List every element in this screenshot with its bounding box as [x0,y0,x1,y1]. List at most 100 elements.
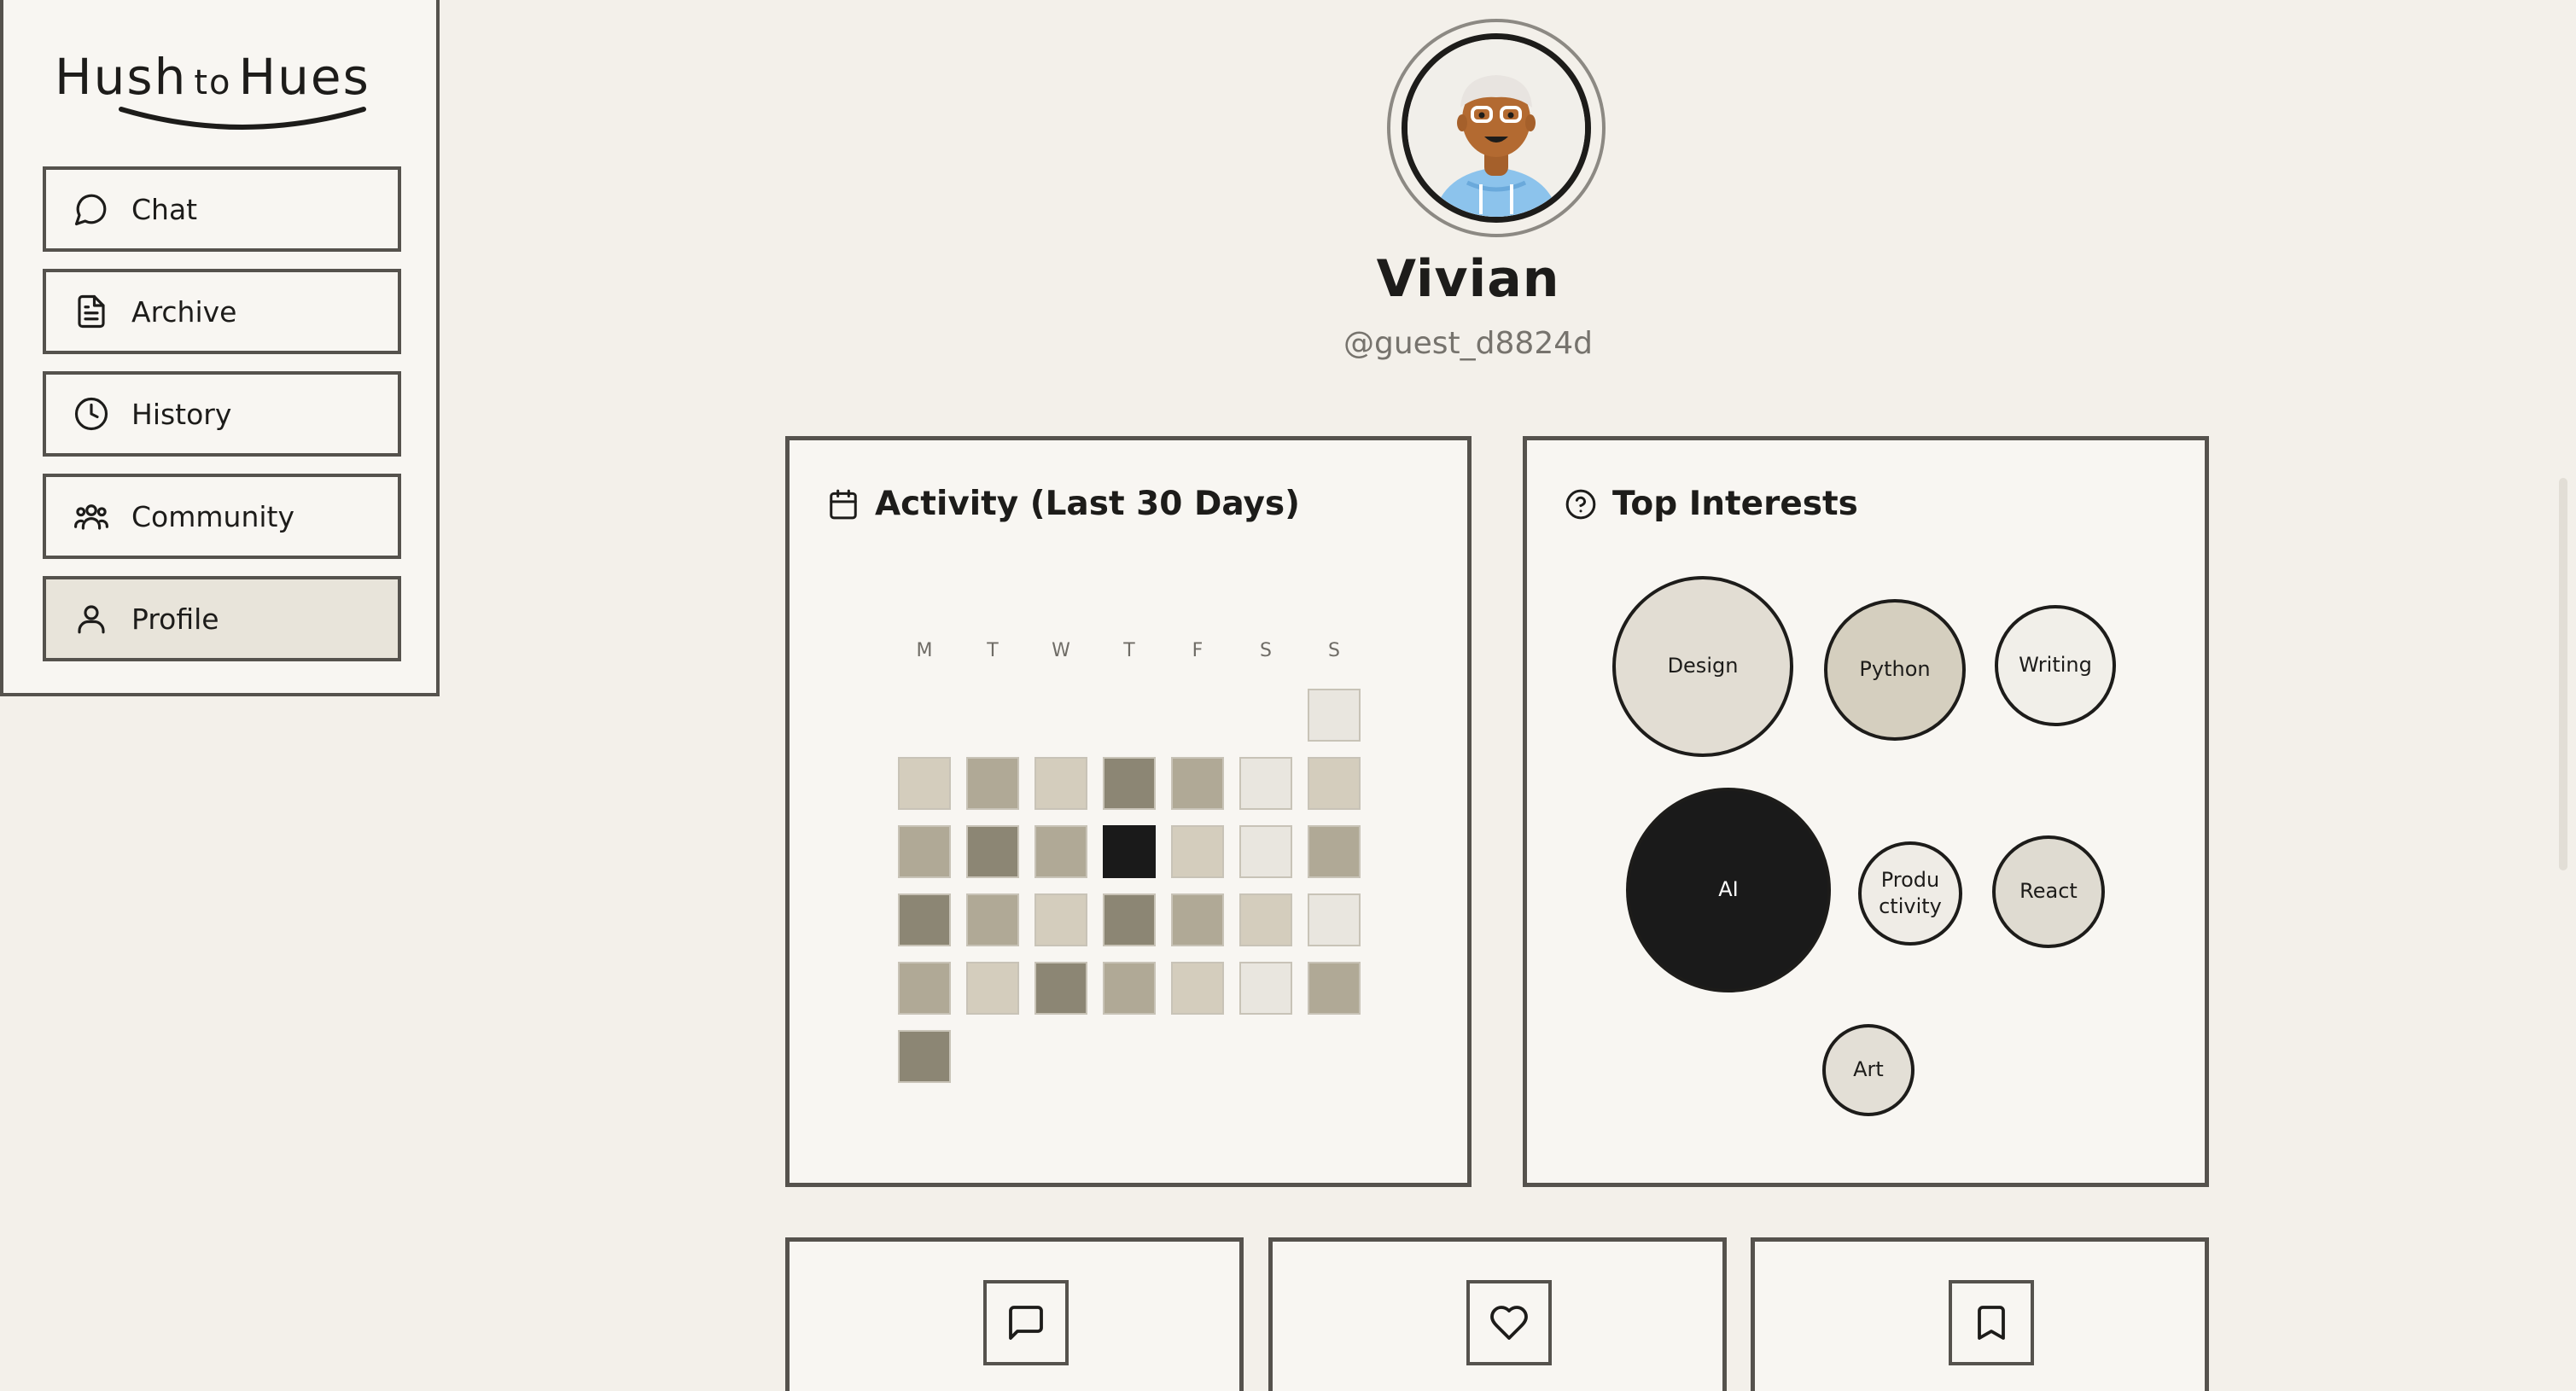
activity-day-cell[interactable] [1308,825,1361,878]
nav-item-archive[interactable]: Archive [43,269,401,354]
nav-label-chat: Chat [131,192,198,226]
activity-day-cell[interactable] [1308,757,1361,810]
brand-word-hues: Hues [238,48,370,106]
activity-day-cell[interactable] [1103,757,1156,810]
profile-page: Hush to Hues Chat Archive History Commun… [0,0,2576,1391]
interest-label-ai-l1: AI [1718,877,1739,902]
nav-label-archive: Archive [131,294,237,329]
heart-icon [1489,1302,1530,1343]
activity-day-cell[interactable] [1171,962,1224,1015]
weekday-label: T [987,640,999,661]
interest-label-writing-l1: Writing [2019,653,2092,678]
activity-day-cell[interactable] [1103,825,1156,878]
nav-item-community[interactable]: Community [43,474,401,559]
activity-day-cell[interactable] [1239,757,1292,810]
interest-label-ai: AI [1718,876,1739,903]
activity-day-cell[interactable] [898,825,951,878]
nav-label-community: Community [131,499,294,533]
activity-day-cell[interactable] [1308,893,1361,946]
interest-bubble-art[interactable]: Art [1822,1024,1915,1116]
interest-label-art: Art [1853,1056,1884,1083]
interest-bubble-python[interactable]: Python [1824,599,1966,741]
activity-day-cell[interactable] [1239,962,1292,1015]
interest-bubble-design[interactable]: Design [1612,576,1793,757]
activity-day-cell[interactable] [1103,962,1156,1015]
brand-word-to: to [194,63,232,102]
profile-handle: @guest_d8824d [1343,326,1593,361]
activity-title-text: Activity (Last 30 Days) [875,485,1300,523]
interest-bubble-react[interactable]: React [1992,835,2105,948]
activity-day-cell[interactable] [1103,893,1156,946]
activity-day-cell[interactable] [1308,962,1361,1015]
interest-label-writing: Writing [2019,652,2092,678]
activity-day-cell[interactable] [966,893,1019,946]
activity-day-cell[interactable] [1034,757,1087,810]
document-icon [73,294,109,329]
activity-day-cell[interactable] [1308,689,1361,742]
activity-card: Activity (Last 30 Days) M T W T F S S [785,436,1472,1187]
likes-button[interactable] [1466,1280,1552,1365]
activity-day-cell[interactable] [1239,893,1292,946]
calendar-icon [827,488,860,521]
interests-card-title: Top Interests [1565,485,1858,523]
brand-logo[interactable]: Hush to Hues [55,48,396,142]
nav-item-profile[interactable]: Profile [43,576,401,661]
smile-underline-icon [119,107,366,130]
activity-day-cell[interactable] [898,893,951,946]
interests-card: Top Interests Design Python Writing AI P… [1523,436,2209,1187]
activity-day-cell[interactable] [1034,825,1087,878]
activity-day-cell[interactable] [1239,825,1292,878]
question-circle-icon [1565,488,1597,521]
message-square-icon [1005,1302,1046,1343]
nav-label-history: History [131,397,232,431]
profile-name: Vivian [1376,249,1560,309]
activity-day-cell[interactable] [966,962,1019,1015]
activity-day-cell[interactable] [1171,757,1224,810]
interest-label-react-l1: React [2019,879,2078,904]
interest-label-productivity-l2: ctivity [1879,894,1942,918]
interest-label-python-l1: Python [1859,657,1931,682]
weekday-label: S [1260,640,1272,661]
page-scrollbar[interactable] [2559,478,2567,870]
interest-label-design: Design [1668,653,1739,679]
interest-label-productivity: Produ ctivity [1879,867,1942,920]
user-icon [73,601,109,637]
activity-day-cell[interactable] [1171,893,1224,946]
activity-day-cell[interactable] [966,825,1019,878]
stat-card-comments [785,1237,1244,1391]
weekday-label: T [1123,640,1135,661]
interests-title-text: Top Interests [1612,485,1858,523]
weekday-label: M [916,640,933,661]
sidebar: Hush to Hues Chat Archive History Commun… [0,0,440,696]
bookmarks-button[interactable] [1949,1280,2034,1365]
interest-bubble-writing[interactable]: Writing [1995,605,2116,726]
interest-label-python: Python [1859,656,1930,683]
nav-item-chat[interactable]: Chat [43,166,401,252]
avatar[interactable] [1402,33,1591,223]
brand-wordmark: Hush to Hues [55,48,370,106]
interest-bubble-productivity[interactable]: Produ ctivity [1858,841,1962,946]
activity-day-cell[interactable] [1034,962,1087,1015]
weekday-label: F [1192,640,1203,661]
stat-card-likes [1268,1237,1727,1391]
interest-label-design-l1: Design [1667,654,1739,678]
weekday-label: W [1052,640,1070,661]
avatar-illustration [1407,39,1585,217]
weekday-label: S [1328,640,1340,661]
people-icon [73,498,109,534]
activity-day-cell[interactable] [898,757,951,810]
nav-label-profile: Profile [131,602,219,636]
activity-day-cell[interactable] [1171,825,1224,878]
nav-item-history[interactable]: History [43,371,401,457]
stat-card-bookmarks [1751,1237,2209,1391]
activity-day-cell[interactable] [898,962,951,1015]
bookmark-icon [1971,1302,2012,1343]
interest-label-productivity-l1: Produ [1880,867,1940,892]
comments-button[interactable] [983,1280,1069,1365]
activity-day-cell[interactable] [1034,893,1087,946]
activity-day-cell[interactable] [966,757,1019,810]
brand-word-hush: Hush [55,48,188,106]
interest-label-art-l1: Art [1853,1057,1884,1082]
activity-day-cell[interactable] [898,1030,951,1083]
interest-bubble-ai[interactable]: AI [1626,788,1831,992]
